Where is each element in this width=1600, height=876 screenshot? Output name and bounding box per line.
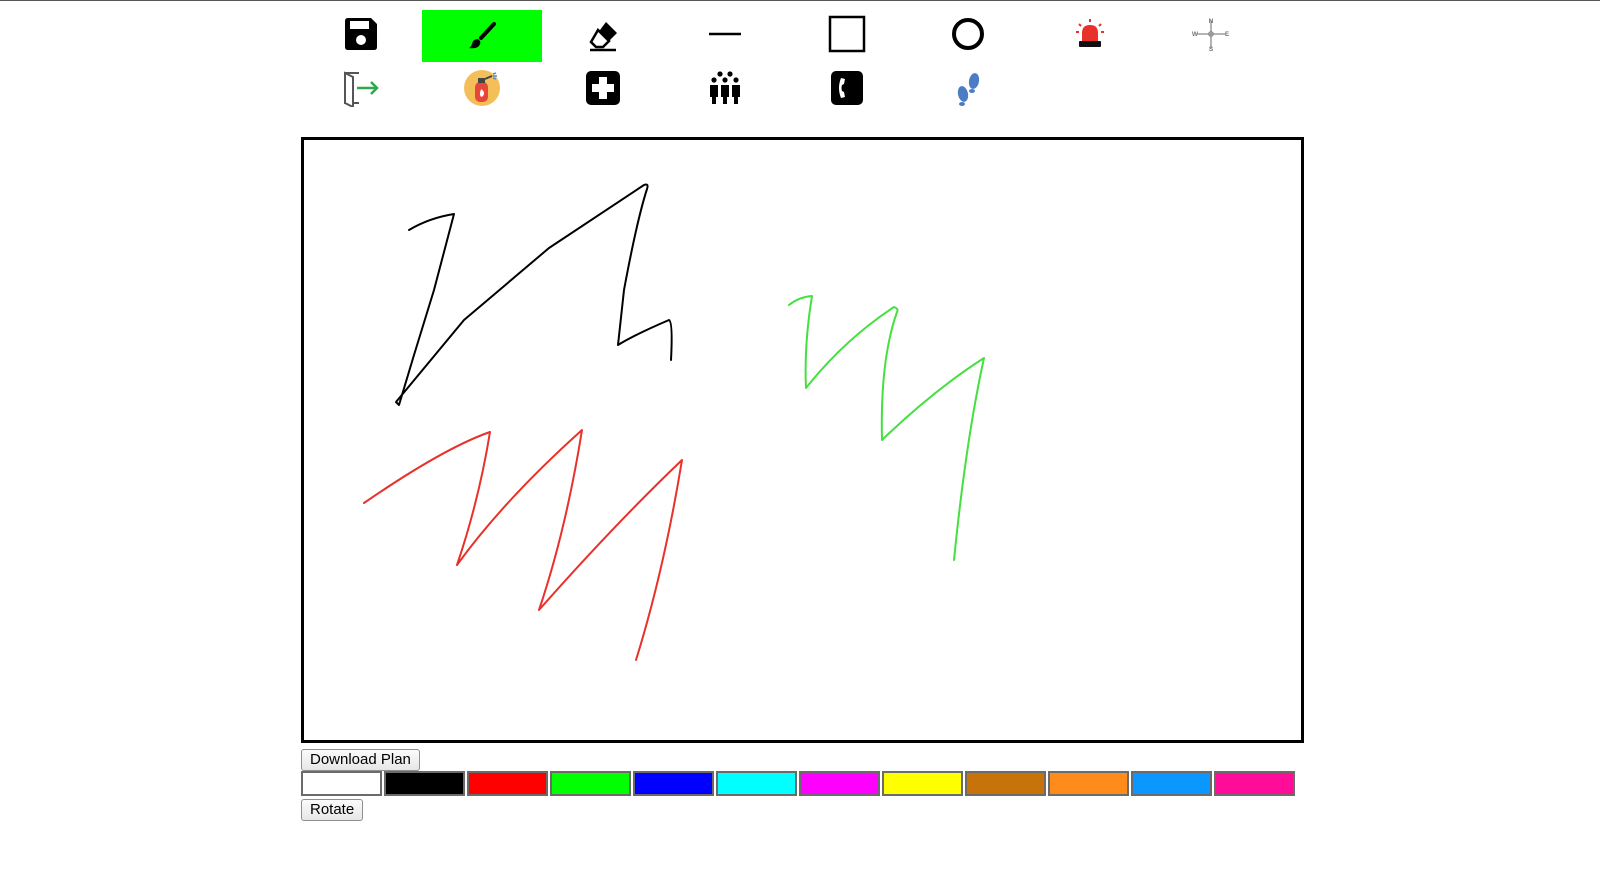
compass-letter-n: N	[1209, 18, 1214, 25]
color-swatch-white[interactable]	[301, 771, 382, 796]
color-swatch-pink[interactable]	[1214, 771, 1295, 796]
circle-tool-button[interactable]	[908, 8, 1028, 60]
assembly-point-tool-button[interactable]	[665, 62, 785, 114]
color-swatch-cyan[interactable]	[716, 771, 797, 796]
people-group-icon	[710, 71, 740, 104]
drawing-canvas[interactable]	[301, 137, 1304, 743]
eraser-icon	[589, 22, 617, 52]
rectangle-tool-button[interactable]	[787, 8, 907, 60]
compass-letter-e: E	[1225, 31, 1230, 38]
fire-extinguisher-icon	[464, 70, 500, 106]
square-icon	[828, 15, 866, 53]
color-swatch-black[interactable]	[384, 771, 465, 796]
color-swatch-sky-blue[interactable]	[1131, 771, 1212, 796]
line-icon	[709, 32, 741, 36]
paintbrush-icon	[469, 22, 496, 49]
floppy-disk-icon	[345, 18, 377, 50]
footprints-icon	[957, 73, 980, 106]
siren-icon	[1076, 19, 1104, 47]
color-palette	[301, 771, 1297, 796]
top-border	[0, 0, 1600, 1]
exit-tool-button[interactable]	[301, 62, 421, 114]
color-swatch-brown[interactable]	[965, 771, 1046, 796]
color-swatch-magenta[interactable]	[799, 771, 880, 796]
color-swatch-red[interactable]	[467, 771, 548, 796]
save-tool-button[interactable]	[301, 8, 421, 60]
line-tool-button[interactable]	[665, 8, 785, 60]
compass-rose-icon: N W E S	[1192, 18, 1230, 52]
eraser-tool-button[interactable]	[543, 10, 663, 62]
color-swatch-green[interactable]	[550, 771, 631, 796]
red-stroke	[363, 429, 683, 661]
color-swatch-blue[interactable]	[633, 771, 714, 796]
alarm-tool-button[interactable]	[1030, 8, 1150, 60]
compass-letter-s: S	[1209, 46, 1214, 52]
evacuation-route-tool-button[interactable]	[908, 62, 1028, 114]
green-stroke	[788, 295, 985, 561]
first-aid-tool-button[interactable]	[543, 62, 663, 114]
color-swatch-orange[interactable]	[1048, 771, 1129, 796]
color-swatch-yellow[interactable]	[882, 771, 963, 796]
fire-extinguisher-tool-button[interactable]	[422, 62, 542, 114]
canvas-strokes	[363, 183, 985, 661]
compass-letter-w: W	[1192, 31, 1199, 38]
download-plan-button[interactable]: Download Plan	[301, 749, 420, 771]
exit-door-icon	[344, 71, 379, 107]
rotate-button[interactable]: Rotate	[301, 799, 364, 821]
first-aid-cross-icon	[586, 71, 620, 105]
phone-icon	[831, 71, 863, 105]
black-stroke	[395, 183, 673, 406]
brush-tool-button[interactable]	[422, 10, 542, 62]
compass-tool-button[interactable]: N W E S	[1151, 8, 1271, 60]
emergency-phone-tool-button[interactable]	[787, 62, 907, 114]
circle-icon	[952, 18, 984, 50]
